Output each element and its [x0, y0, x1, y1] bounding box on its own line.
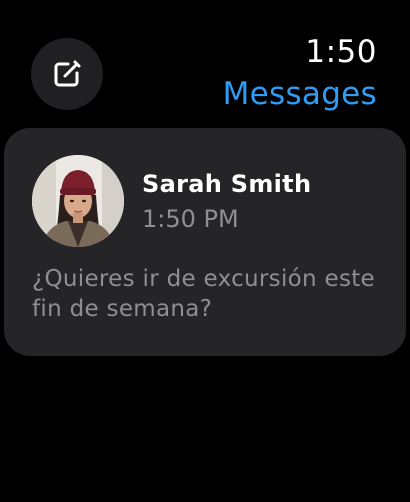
message-preview: ¿Quieres ir de excursión este fin de sem… [32, 266, 376, 322]
avatar [32, 155, 124, 247]
status-time: 1:50 [305, 34, 377, 70]
compose-button[interactable] [31, 38, 103, 110]
message-time: 1:50 PM [142, 205, 239, 233]
sender-name: Sarah Smith [142, 170, 312, 198]
compose-icon [52, 59, 82, 89]
message-notification-card[interactable]: Sarah Smith 1:50 PM ¿Quieres ir de excur… [4, 128, 406, 356]
app-title: Messages [222, 76, 377, 112]
